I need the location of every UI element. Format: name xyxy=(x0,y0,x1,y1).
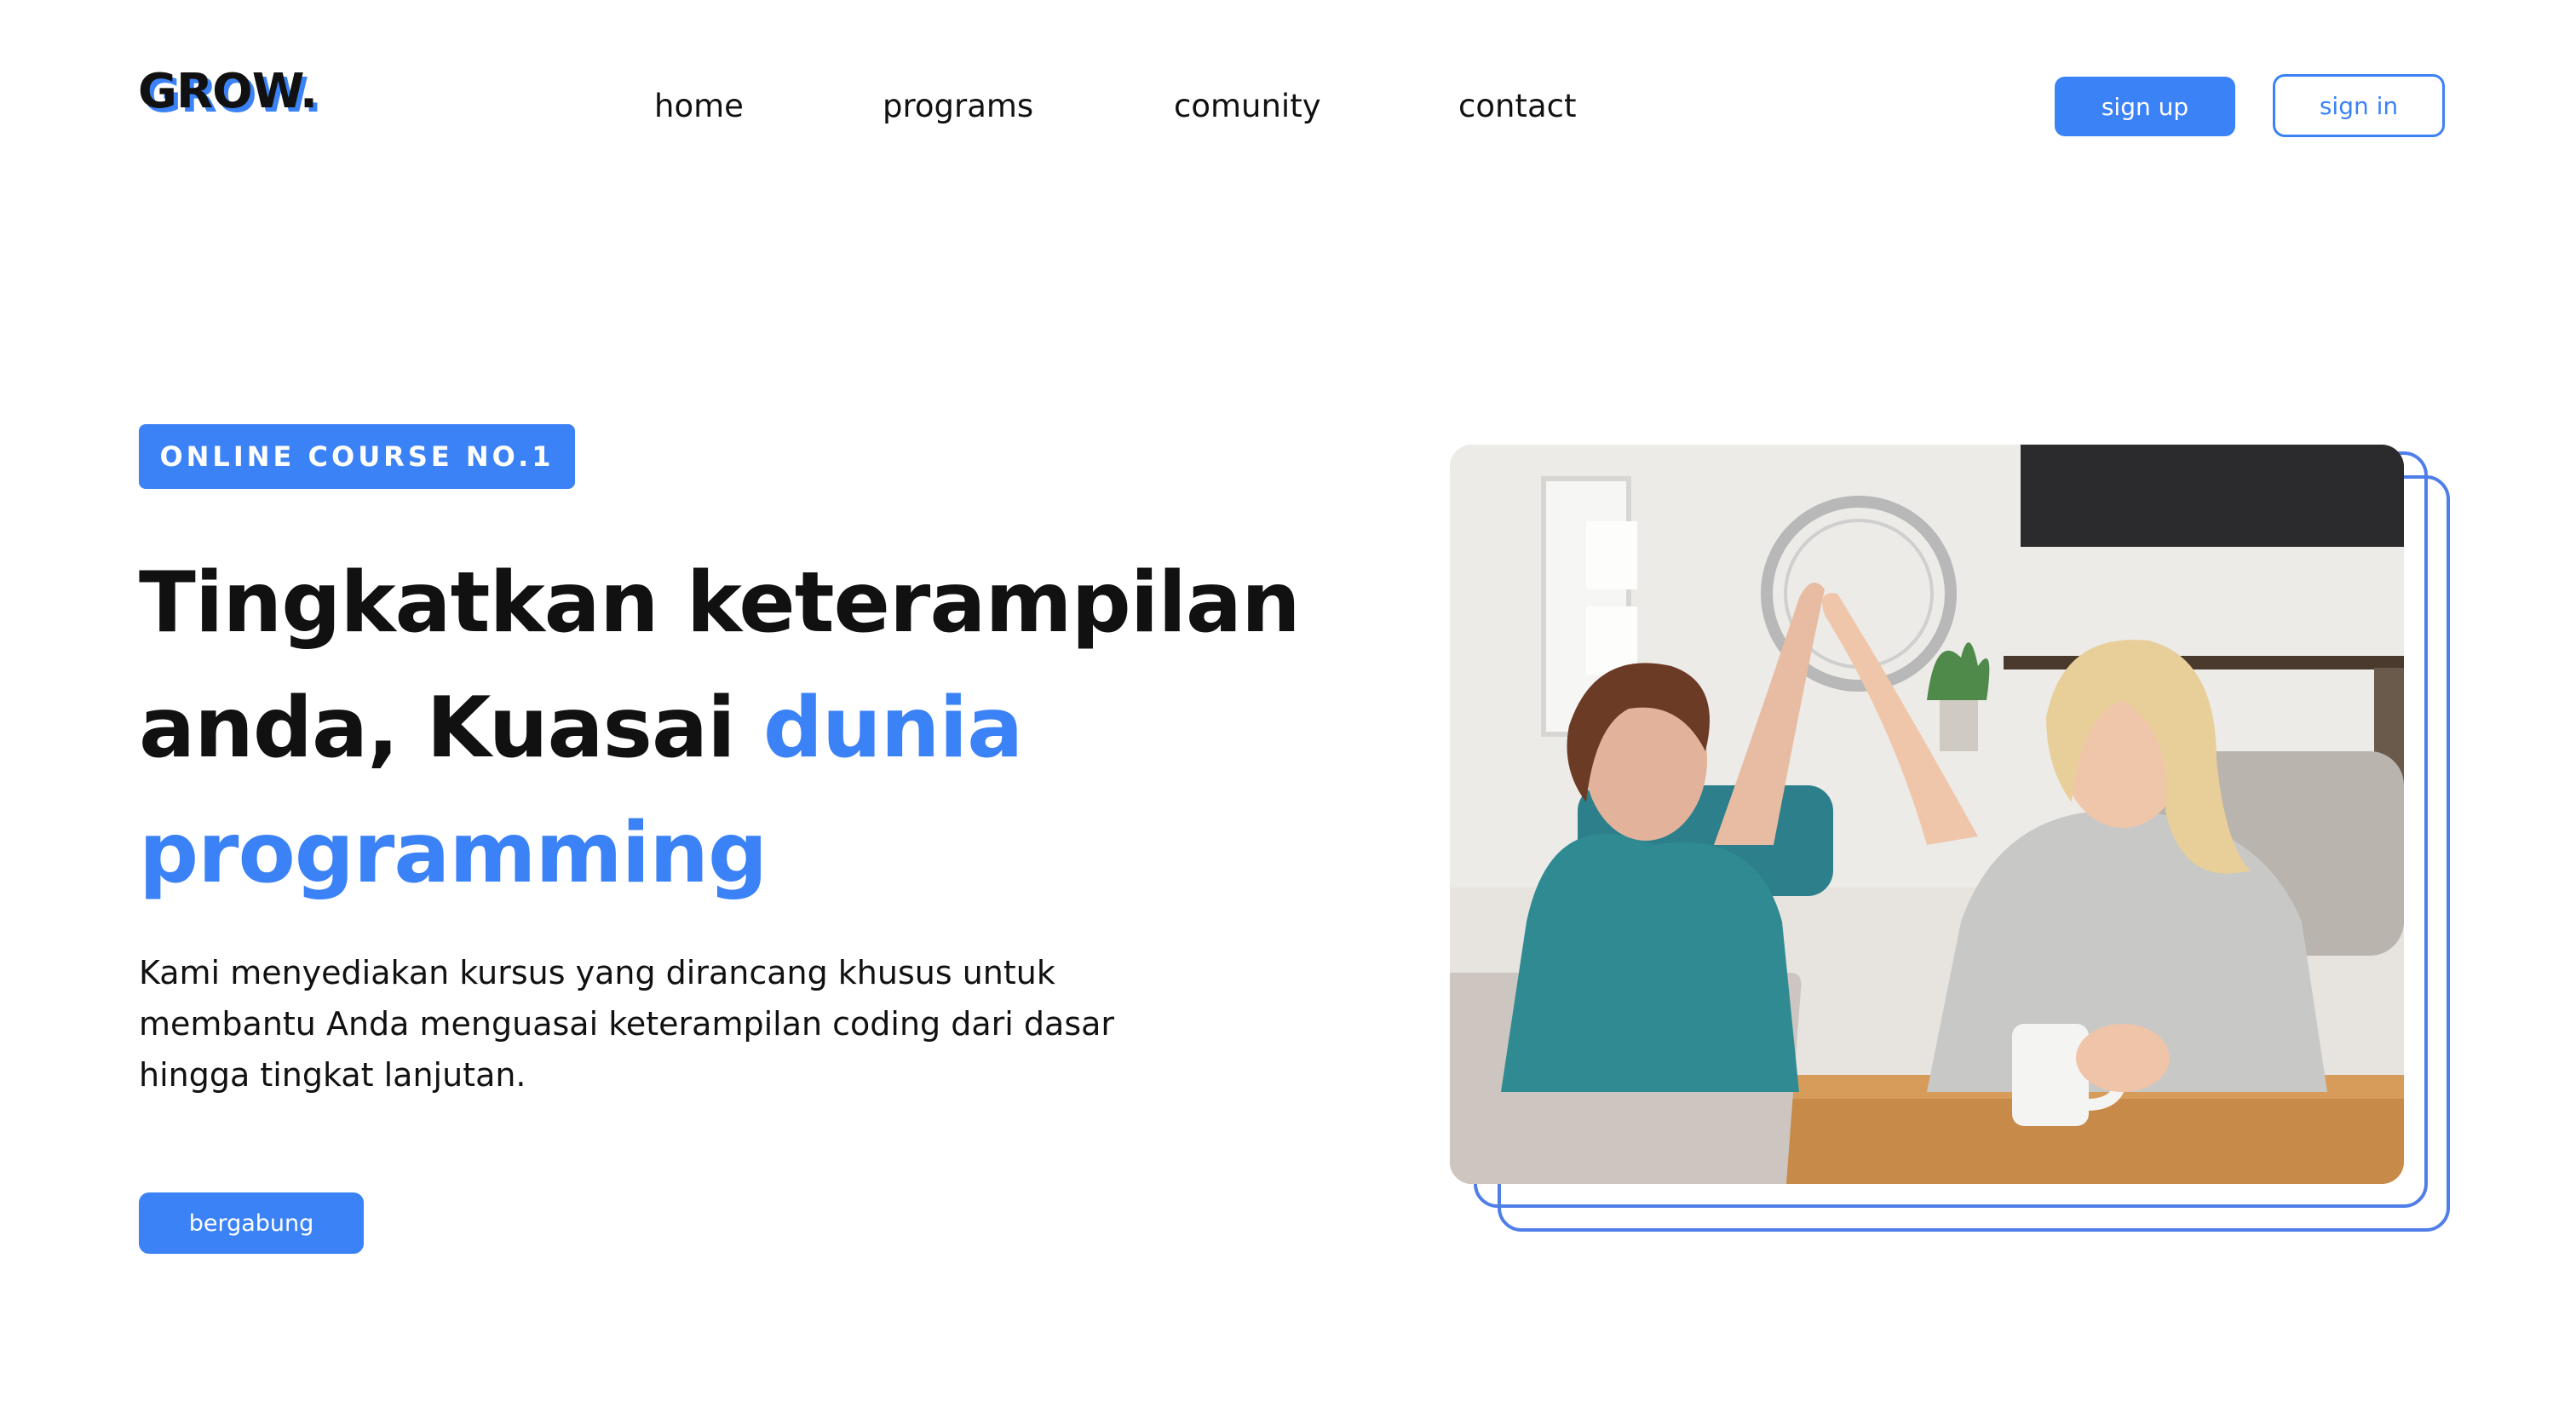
hero-photo xyxy=(1450,445,2404,1184)
sign-in-button[interactable]: sign in xyxy=(2273,74,2445,137)
join-button[interactable]: bergabung xyxy=(139,1192,364,1254)
brand-logo[interactable]: GROW. xyxy=(138,68,318,116)
hero-headline: Tingkatkan keterampilan anda, Kuasai dun… xyxy=(139,541,1348,916)
course-badge: ONLINE COURSE NO.1 xyxy=(139,424,575,489)
nav-contact[interactable]: contact xyxy=(1458,85,1576,128)
nav-comunity[interactable]: comunity xyxy=(1174,85,1321,128)
sign-up-button[interactable]: sign up xyxy=(2055,77,2235,136)
nav-home[interactable]: home xyxy=(654,85,744,128)
nav-programs[interactable]: programs xyxy=(883,85,1033,128)
headline-text: Tingkatkan keterampilan anda, Kuasai xyxy=(139,554,1301,777)
high-five-photo-icon xyxy=(1450,445,2404,1184)
hero-description: Kami menyediakan kursus yang dirancang k… xyxy=(139,954,1115,1094)
